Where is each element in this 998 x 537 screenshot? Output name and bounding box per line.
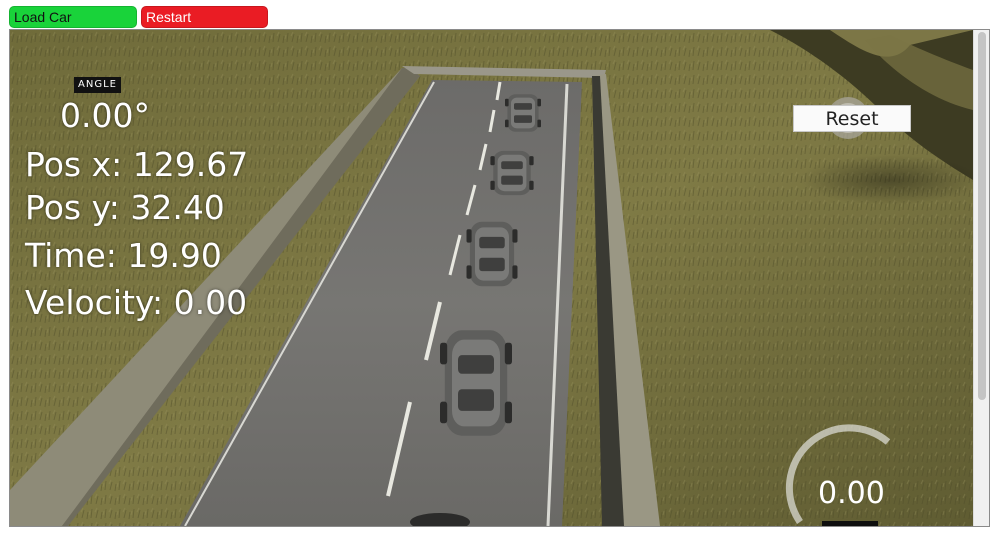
scrollbar-thumb[interactable] [978, 32, 986, 400]
simulator-viewport[interactable]: ANGLE 0.00° Pos x: 129.67 Pos y: 32.40 T… [9, 29, 990, 527]
angle-value: 0.00° [60, 96, 150, 135]
angle-label: ANGLE [74, 77, 121, 93]
vertical-scrollbar[interactable] [973, 30, 989, 526]
load-car-simulator-button[interactable]: Load Car Simulator [9, 6, 137, 46]
time-readout: Time: 19.90 [25, 236, 222, 275]
speedometer-value: 0.00 [818, 476, 885, 511]
reset-button[interactable]: Reset [793, 105, 911, 132]
restart-connection-button[interactable]: Restart Connection [141, 6, 268, 46]
pos-x-readout: Pos x: 129.67 [25, 145, 249, 184]
pos-y-readout: Pos y: 32.40 [25, 188, 225, 227]
toolbar: Load Car Simulator Restart Connection [0, 0, 998, 46]
speedometer-bar [822, 521, 878, 526]
velocity-readout: Velocity: 0.00 [25, 283, 248, 322]
